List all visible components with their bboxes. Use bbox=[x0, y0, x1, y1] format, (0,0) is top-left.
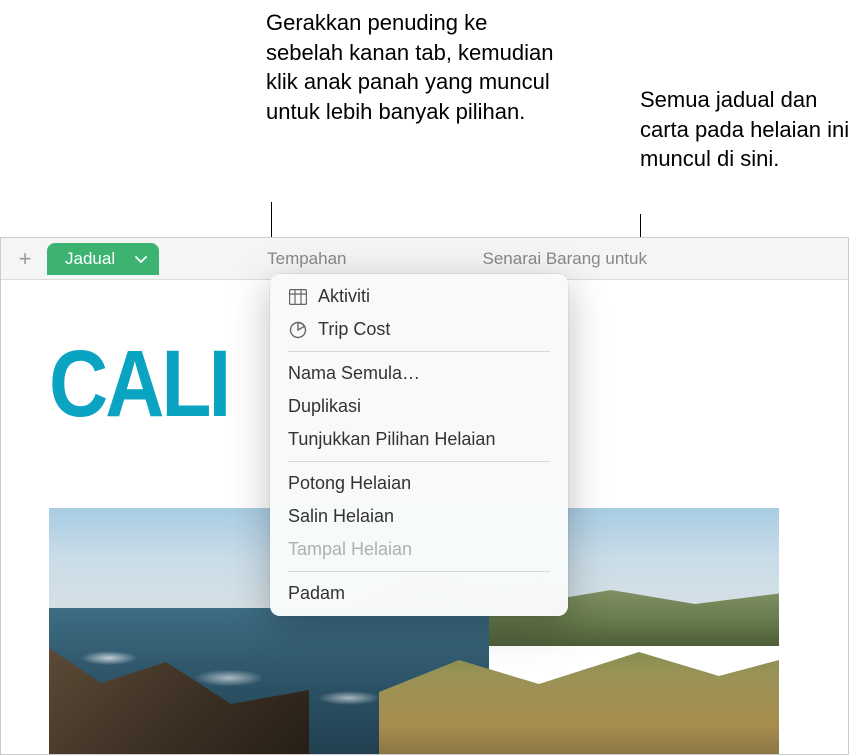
menu-item-label: Potong Helaian bbox=[288, 473, 411, 494]
menu-item-duplicate[interactable]: Duplikasi bbox=[270, 390, 568, 423]
sheet-context-menu: Aktiviti Trip Cost Nama Semula… Duplikas… bbox=[270, 274, 568, 616]
menu-item-label: Tampal Helaian bbox=[288, 539, 412, 560]
menu-item-trip-cost[interactable]: Trip Cost bbox=[270, 313, 568, 346]
menu-item-rename[interactable]: Nama Semula… bbox=[270, 357, 568, 390]
table-icon bbox=[288, 287, 308, 307]
menu-item-label: Tunjukkan Pilihan Helaian bbox=[288, 429, 495, 450]
menu-item-label: Padam bbox=[288, 583, 345, 604]
menu-item-cut-sheet[interactable]: Potong Helaian bbox=[270, 467, 568, 500]
menu-separator bbox=[288, 351, 550, 352]
menu-separator bbox=[288, 571, 550, 572]
sheet-tab-other[interactable]: Tempahan bbox=[249, 243, 364, 275]
pie-chart-icon bbox=[288, 320, 308, 340]
sheet-tab-label: Jadual bbox=[65, 249, 115, 269]
menu-item-label: Aktiviti bbox=[318, 286, 370, 307]
callout-right: Semua jadual dan carta pada helaian ini … bbox=[640, 85, 849, 174]
sheet-tab-right[interactable]: Senarai Barang untuk bbox=[465, 243, 665, 275]
menu-item-label: Salin Helaian bbox=[288, 506, 394, 527]
menu-separator bbox=[288, 461, 550, 462]
callout-left: Gerakkan penuding ke sebelah kanan tab, … bbox=[266, 8, 566, 127]
menu-item-show-sheet-options[interactable]: Tunjukkan Pilihan Helaian bbox=[270, 423, 568, 456]
add-sheet-button[interactable]: + bbox=[7, 241, 43, 277]
menu-item-label: Duplikasi bbox=[288, 396, 361, 417]
sheet-tab-active[interactable]: Jadual bbox=[47, 243, 159, 275]
menu-item-aktiviti[interactable]: Aktiviti bbox=[270, 280, 568, 313]
menu-item-paste-sheet: Tampal Helaian bbox=[270, 533, 568, 566]
menu-item-label: Nama Semula… bbox=[288, 363, 420, 384]
menu-item-copy-sheet[interactable]: Salin Helaian bbox=[270, 500, 568, 533]
menu-item-label: Trip Cost bbox=[318, 319, 390, 340]
chevron-down-icon[interactable] bbox=[135, 249, 147, 269]
document-title-text: CALI bbox=[49, 331, 228, 439]
menu-item-delete[interactable]: Padam bbox=[270, 577, 568, 610]
sheet-tab-label: Tempahan bbox=[267, 249, 346, 269]
sheet-tab-label: Senarai Barang untuk bbox=[483, 249, 647, 269]
plus-icon: + bbox=[19, 246, 32, 272]
